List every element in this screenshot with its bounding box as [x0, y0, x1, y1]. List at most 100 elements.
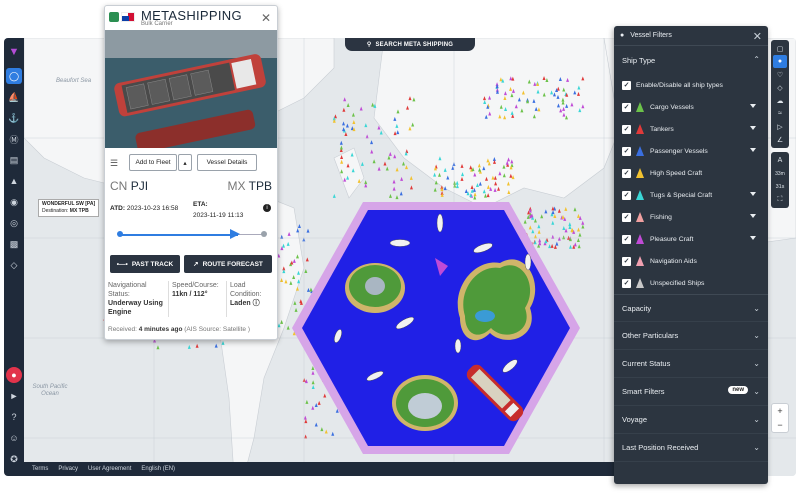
vessel-filters-panel: ● Vessel Filters ✕ Ship Type ⌃ ✓ Enable/… — [614, 26, 768, 484]
filter-section-label: Capacity — [622, 303, 652, 313]
ship-type-section[interactable]: Ship Type ⌃ — [614, 46, 768, 74]
weather-icon[interactable]: ☁ — [773, 94, 787, 107]
settings-icon[interactable]: ✪ — [6, 451, 22, 467]
analytics-icon[interactable]: ▩ — [6, 236, 22, 252]
load-condition-label: Load Condition: — [230, 282, 262, 298]
ship-type-label: Tugs & Special Craft — [650, 191, 713, 199]
dropdown-caret-icon[interactable] — [750, 126, 756, 130]
target-icon[interactable]: ◎ — [6, 215, 22, 231]
route-forecast-button[interactable]: ↗ ROUTE FORECAST — [184, 255, 272, 273]
ship-type-row[interactable]: ✓ Fishing — [614, 206, 768, 228]
ship-type-checkbox[interactable]: ✓ — [622, 102, 631, 112]
user-icon[interactable]: ☺ — [6, 430, 22, 446]
filter-icon[interactable]: ● — [773, 55, 787, 68]
layers-icon[interactable]: ◇ — [6, 257, 22, 273]
progress-start-dot — [117, 231, 123, 237]
megaphone-icon[interactable]: ► — [6, 388, 22, 404]
filter-section[interactable]: Current Status ⌄ — [614, 350, 768, 378]
layers-icon[interactable]: ◇ — [773, 81, 787, 94]
ship-type-checkbox[interactable]: ✓ — [622, 124, 631, 134]
heart-icon[interactable]: ♡ — [773, 68, 787, 81]
filter-section[interactable]: Smart Filters new ⌄ — [614, 378, 768, 406]
dropdown-caret-icon[interactable] — [750, 148, 756, 152]
ship-type-row[interactable]: ✓ Unspecified Ships — [614, 272, 768, 294]
tooltip-destination-label: Destination: — [42, 208, 69, 214]
fleet-dropdown-button[interactable]: ▴ — [178, 154, 192, 171]
load-info-icon[interactable]: ⓘ — [253, 300, 260, 307]
measure-icon[interactable]: ∠ — [773, 133, 787, 146]
ship-type-checkbox[interactable]: ✓ — [622, 256, 631, 266]
privacy-link[interactable]: Privacy — [58, 466, 78, 472]
info-icon[interactable]: i — [263, 204, 271, 212]
filter-section[interactable]: Last Position Received ⌄ — [614, 434, 768, 462]
terms-link[interactable]: Terms — [32, 466, 48, 472]
close-icon[interactable]: ✕ — [261, 11, 271, 25]
filter-section-label: Current Status — [622, 359, 671, 368]
received-source: (AIS Source: Satellite ) — [184, 326, 250, 333]
ship-type-row[interactable]: ✓ Pleasure Craft — [614, 228, 768, 250]
ship-type-checkbox[interactable]: ✓ — [622, 278, 631, 288]
dropdown-caret-icon[interactable] — [750, 192, 756, 196]
marinetraffic-logo-icon[interactable]: ▼ — [6, 44, 22, 60]
dropdown-caret-icon[interactable] — [750, 236, 756, 240]
zoom-in-button[interactable]: + — [772, 404, 788, 418]
filter-section-label: Other Particulars — [622, 331, 679, 340]
filter-section[interactable]: Capacity ⌄ — [614, 294, 768, 322]
dropdown-caret-icon[interactable] — [750, 214, 756, 218]
help-icon[interactable]: ? — [6, 409, 22, 425]
position-received: Received: 4 minutes ago (AIS Source: Sat… — [108, 326, 250, 333]
ship-type-row[interactable]: ✓ Cargo Vessels — [614, 96, 768, 118]
filter-section[interactable]: Voyage ⌄ — [614, 406, 768, 434]
language-select[interactable]: English (EN) — [141, 466, 175, 472]
refresh-timer[interactable]: 31s — [773, 180, 787, 193]
fleet-icon[interactable]: ⛵ — [6, 89, 22, 105]
past-track-button[interactable]: •—• PAST TRACK — [110, 255, 180, 273]
add-to-fleet-button[interactable]: Add to Fleet — [129, 154, 177, 171]
fullscreen-icon[interactable]: ⛶ — [773, 193, 787, 206]
user-agreement-link[interactable]: User Agreement — [88, 466, 131, 472]
received-label: Received: — [108, 326, 137, 333]
ship-type-checkbox[interactable]: ✓ — [622, 234, 631, 244]
port-icon[interactable]: Ⓜ — [6, 131, 22, 147]
play-icon[interactable]: ▷ — [773, 120, 787, 133]
ship-type-checkbox[interactable]: ✓ — [622, 190, 631, 200]
ship-type-checkbox[interactable]: ✓ — [622, 212, 631, 222]
voyage-icon[interactable]: ▲ — [6, 173, 22, 189]
filter-section[interactable]: Other Particulars ⌄ — [614, 322, 768, 350]
ship-type-row[interactable]: ✓ High Speed Craft — [614, 162, 768, 184]
ship-type-color-icon — [636, 102, 644, 112]
chevron-down-icon: ⌄ — [753, 387, 760, 396]
label-toggle[interactable]: A — [773, 154, 787, 167]
ship-type-color-icon — [636, 190, 644, 200]
search-meta-shipping-button[interactable]: ⚲ SEARCH META SHIPPING — [345, 38, 475, 51]
ship-type-title: Ship Type — [622, 55, 656, 65]
vessel-details-button[interactable]: Vessel Details — [197, 154, 257, 171]
hexagon-map-artwork — [290, 198, 582, 458]
ship-type-row[interactable]: ✓ Navigation Aids — [614, 250, 768, 272]
ship-type-checkbox[interactable]: ✓ — [622, 146, 631, 156]
zoom-out-button[interactable]: − — [772, 418, 788, 432]
ship-type-label: Tankers — [650, 125, 674, 133]
signal-icon[interactable]: ◉ — [6, 194, 22, 210]
globe-icon[interactable]: ◯ — [6, 68, 22, 84]
notifications-icon[interactable]: ● — [6, 367, 22, 383]
enable-all-row[interactable]: ✓ Enable/Disable all ship types — [614, 74, 768, 96]
close-filters-icon[interactable]: ✕ — [753, 30, 762, 43]
ship-type-row[interactable]: ✓ Tugs & Special Craft — [614, 184, 768, 206]
route-destination: MX TPB — [228, 179, 272, 193]
screen-icon[interactable]: ▢ — [773, 42, 787, 55]
wind-icon[interactable]: ≈ — [773, 107, 787, 120]
ship-type-checkbox[interactable]: ✓ — [622, 168, 631, 178]
ship-type-row[interactable]: ✓ Passenger Vessels — [614, 140, 768, 162]
menu-icon[interactable]: ☰ — [110, 158, 120, 169]
dropdown-caret-icon[interactable] — [750, 104, 756, 108]
anchor-icon[interactable]: ⚓ — [6, 110, 22, 126]
voyage-progress-bar — [117, 229, 267, 239]
ship-type-row[interactable]: ✓ Tankers — [614, 118, 768, 140]
chevron-down-icon: ⌄ — [753, 331, 760, 340]
document-icon[interactable]: ▤ — [6, 152, 22, 168]
enable-all-checkbox[interactable]: ✓ — [622, 80, 631, 90]
received-value: 4 minutes ago — [138, 326, 183, 333]
track-icon: •—• — [116, 260, 128, 268]
filter-sections: Capacity ⌄ Other Particulars ⌄ Current Statu… — [614, 294, 768, 462]
